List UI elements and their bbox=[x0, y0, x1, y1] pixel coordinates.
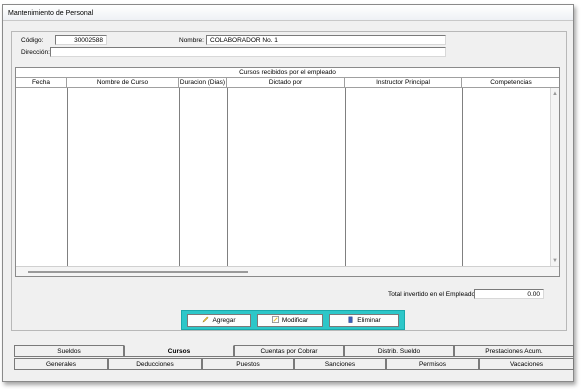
column-header-instructor[interactable]: Instructor Principal bbox=[345, 78, 462, 88]
tab-deducciones[interactable]: Deducciones bbox=[108, 358, 202, 370]
column-header-dictado-por[interactable]: Dictado por bbox=[227, 78, 345, 88]
direccion-label: Dirección: bbox=[21, 49, 50, 56]
column-header-duracion[interactable]: Duracion (Dias) bbox=[179, 78, 227, 88]
tab-vacaciones[interactable]: Vacaciones bbox=[479, 358, 574, 370]
scroll-down-icon[interactable]: ▼ bbox=[552, 258, 558, 264]
add-button-label: Agregar bbox=[212, 317, 236, 324]
column-divider bbox=[227, 88, 228, 266]
nombre-field[interactable]: COLABORADOR No. 1 bbox=[206, 35, 446, 45]
total-field: 0.00 bbox=[474, 289, 544, 299]
window-title: Mantenimiento de Personal bbox=[3, 5, 573, 21]
column-divider bbox=[462, 88, 463, 266]
tab-sueldos[interactable]: Sueldos bbox=[14, 345, 124, 357]
horizontal-scroll-thumb[interactable] bbox=[28, 271, 248, 273]
trash-icon bbox=[348, 316, 353, 323]
tab-generales[interactable]: Generales bbox=[14, 358, 108, 370]
edit-icon bbox=[271, 316, 279, 323]
codigo-field[interactable]: 30002588 bbox=[55, 35, 107, 45]
tab-cuentas-por-cobrar[interactable]: Cuentas por Cobrar bbox=[234, 345, 344, 357]
edit-button-label: Modificar bbox=[281, 317, 309, 324]
column-header-nombre-curso[interactable]: Nombre de Curso bbox=[67, 78, 179, 88]
tab-distrib-sueldo[interactable]: Distrib. Sueldo bbox=[344, 345, 454, 357]
tab-permisos[interactable]: Permisos bbox=[386, 358, 479, 370]
courses-grid[interactable]: Cursos recibidos por el empleado Fecha N… bbox=[15, 67, 560, 277]
delete-button[interactable]: Eliminar bbox=[329, 314, 399, 327]
tab-cursos[interactable]: Cursos bbox=[124, 345, 234, 357]
tab-puestos[interactable]: Puestos bbox=[202, 358, 294, 370]
total-label: Total invertido en el Empleado: bbox=[388, 291, 477, 298]
column-divider bbox=[67, 88, 68, 266]
column-divider bbox=[179, 88, 180, 266]
grid-caption: Cursos recibidos por el empleado bbox=[16, 68, 559, 78]
tab-row-bottom: Generales Deducciones Puestos Sanciones … bbox=[14, 358, 574, 370]
tab-prestaciones-acum[interactable]: Prestaciones Acum. bbox=[454, 345, 574, 357]
action-button-bar: Agregar Modificar Eliminar bbox=[181, 310, 405, 330]
add-button[interactable]: Agregar bbox=[187, 314, 251, 327]
nombre-label: Nombre: bbox=[179, 37, 204, 44]
direccion-field[interactable] bbox=[50, 47, 446, 57]
column-header-fecha[interactable]: Fecha bbox=[16, 78, 67, 88]
personnel-window: Mantenimiento de Personal Código: 300025… bbox=[2, 4, 574, 382]
edit-button[interactable]: Modificar bbox=[257, 314, 323, 327]
pencil-icon bbox=[202, 316, 209, 323]
vertical-scrollbar[interactable]: ▲ ▼ bbox=[550, 88, 559, 266]
tab-sanciones[interactable]: Sanciones bbox=[294, 358, 386, 370]
codigo-label: Código: bbox=[21, 37, 44, 44]
column-header-competencias[interactable]: Competencias bbox=[462, 78, 560, 88]
scroll-up-icon[interactable]: ▲ bbox=[552, 91, 558, 97]
delete-button-label: Eliminar bbox=[357, 317, 381, 324]
horizontal-scrollbar[interactable] bbox=[16, 266, 559, 276]
column-divider bbox=[345, 88, 346, 266]
tab-row-top: Sueldos Cursos Cuentas por Cobrar Distri… bbox=[14, 345, 574, 357]
grid-header: Fecha Nombre de Curso Duracion (Dias) Di… bbox=[16, 78, 559, 88]
